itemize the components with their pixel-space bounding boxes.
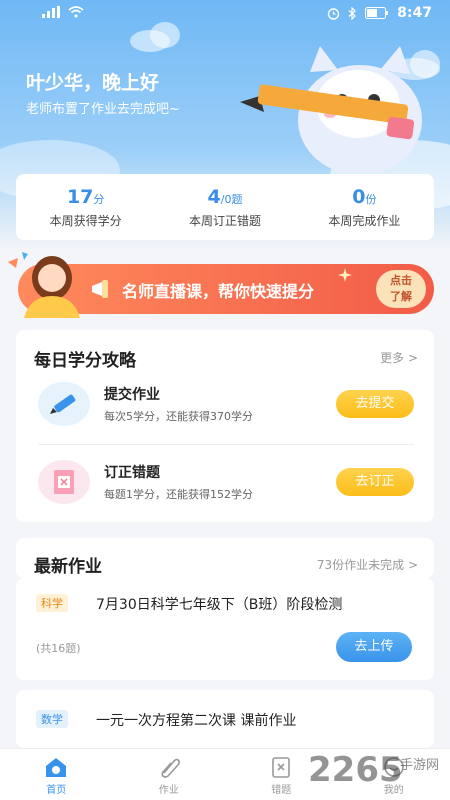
learn-more-line1: 点击 [390,274,412,287]
question-count: (共16题) [36,642,81,655]
wifi-icon [68,6,84,18]
clip-icon [161,758,180,778]
homework-section-title: 最新作业 [34,557,102,577]
learn-more-line2: 了解 [390,290,412,303]
divider [38,444,414,445]
greeting-subtitle: 老师布置了作业去完成吧~ [26,102,180,117]
latest-homework-header: 最新作业 73份作业未完成 > [16,538,434,578]
site-watermark: 2265 手游网 [308,748,450,800]
correct-mistakes-button[interactable]: 去订正 [336,468,414,496]
pencil-icon [38,382,90,426]
task-desc: 每次5学分，还能获得370学分 [104,410,253,423]
stat-value: 4 [207,186,221,208]
homework-title: 一元一次方程第二次课 课前作业 [96,713,297,729]
homework-item[interactable]: 数学 一元一次方程第二次课 课前作业 [16,690,434,748]
tab-label: 首页 [46,785,67,796]
stat-value: 17 [66,186,94,208]
signal-icon [42,6,60,18]
learn-more-button[interactable]: 点击 了解 [376,270,426,308]
task-title: 订正错题 [104,465,160,481]
home-icon [46,758,67,777]
pending-homework-link[interactable]: 73份作业未完成 > [317,556,418,573]
tab-home[interactable]: 首页 [0,749,113,800]
sparkle-icon [338,268,352,282]
teacher-illustration [8,252,80,318]
task-correct-mistakes: 订正错题 每题1学分，还能获得152学分 去订正 [38,456,414,516]
greeting-title: 叶少华，晚上好 [26,72,160,94]
more-link[interactable]: 更多 > [380,349,418,366]
stat-unit: 份 [365,193,377,206]
alarm-icon [327,7,340,20]
upload-button[interactable]: 去上传 [336,632,412,662]
strategy-title: 每日学分攻略 [34,351,136,371]
stat-corrections: 4/0题 本周订正错题 [155,174,294,240]
stat-unit: 分 [93,193,105,206]
tab-label: 作业 [158,785,179,796]
battery-icon [365,7,389,19]
status-bar: 8:47 [0,0,450,28]
weekly-stats-card: 17分 本周获得学分 4/0题 本周订正错题 0份 本周完成作业 [16,174,434,240]
notebook-icon [38,460,90,504]
subject-tag: 科学 [36,594,68,612]
clock-time: 8:47 [397,5,432,21]
submit-homework-button[interactable]: 去提交 [336,390,414,418]
subject-tag: 数学 [36,710,68,728]
watermark-text: 手游网 [400,758,440,773]
stat-unit: /0题 [220,193,243,206]
stat-label: 本周获得学分 [49,214,122,228]
stat-label: 本周完成作业 [328,214,401,228]
error-book-icon [272,757,291,778]
stat-credits: 17分 本周获得学分 [16,174,155,240]
stat-label: 本周订正错题 [188,214,261,228]
watermark-number: 2265 [308,750,403,790]
task-title: 提交作业 [104,387,160,403]
banner-text: 名师直播课，帮你快速提分 [122,282,315,301]
homework-title: 7月30日科学七年级下（B班）阶段检测 [96,597,343,613]
mascot-illustration [240,46,422,172]
bluetooth-icon [348,6,357,20]
stat-value: 0 [352,186,366,208]
homework-item[interactable]: 科学 7月30日科学七年级下（B班）阶段检测 (共16题) 去上传 [16,578,434,680]
daily-strategy-card: 每日学分攻略 更多 > 提交作业 每次5学分，还能获得370学分 去提交 订正错… [16,330,434,522]
stat-homework: 0份 本周完成作业 [295,174,434,240]
task-desc: 每题1学分，还能获得152学分 [104,488,253,501]
task-submit-homework: 提交作业 每次5学分，还能获得370学分 去提交 [38,378,414,438]
tab-homework[interactable]: 作业 [113,749,226,800]
